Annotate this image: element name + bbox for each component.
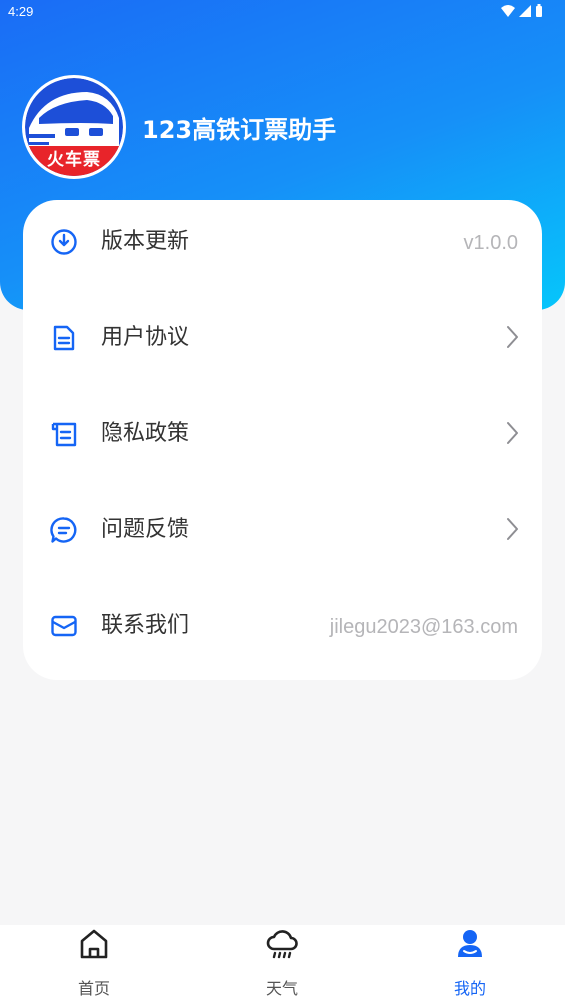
tab-label: 天气 — [265, 979, 298, 998]
menu-item-version-update[interactable]: 版本更新 v1.0.0 — [23, 200, 542, 296]
menu-item-user-agreement[interactable]: 用户协议 — [23, 296, 542, 392]
menu-item-label: 问题反馈 — [101, 517, 190, 542]
bottom-tab-bar: 首页 天气 我的 — [0, 925, 565, 1004]
scroll-icon — [51, 422, 77, 447]
mail-icon — [51, 615, 77, 637]
download-circle-icon — [51, 229, 77, 255]
chevron-right-icon — [507, 422, 518, 444]
status-bar: 4:29 — [0, 0, 565, 24]
train-logo: 火车票 — [25, 78, 123, 176]
battery-icon — [536, 4, 542, 17]
wifi-icon — [501, 4, 515, 17]
app-logo: 火车票 — [22, 75, 126, 179]
menu-item-privacy-policy[interactable]: 隐私政策 — [23, 392, 542, 488]
user-icon — [458, 930, 482, 957]
logo-text: 火车票 — [25, 146, 123, 176]
menu-item-contact-us[interactable]: 联系我们 jilegu2023@163.com — [23, 584, 542, 680]
status-time: 4:29 — [8, 4, 34, 19]
menu-item-feedback[interactable]: 问题反馈 — [23, 488, 542, 584]
menu-item-label: 用户协议 — [101, 325, 190, 350]
signal-icon — [519, 4, 531, 17]
rain-cloud-icon — [266, 930, 298, 959]
contact-email: jilegu2023@163.com — [329, 616, 518, 638]
document-icon — [53, 325, 75, 351]
tab-mine[interactable]: 我的 — [410, 925, 530, 1004]
status-icons — [501, 4, 543, 17]
tab-label: 首页 — [77, 979, 110, 998]
menu-item-label: 联系我们 — [101, 613, 190, 638]
chevron-right-icon — [507, 518, 518, 540]
app-name: 123高铁订票助手 — [142, 116, 337, 144]
chat-bubble-icon — [50, 517, 77, 543]
home-icon — [80, 929, 108, 959]
tab-label: 我的 — [453, 979, 486, 998]
menu-item-label: 隐私政策 — [101, 421, 190, 446]
tab-weather[interactable]: 天气 — [222, 925, 342, 1004]
menu-item-label: 版本更新 — [101, 229, 190, 254]
tab-home[interactable]: 首页 — [34, 925, 154, 1004]
chevron-right-icon — [507, 326, 518, 348]
menu-card: 版本更新 v1.0.0 用户协议 隐私政策 问题反馈 联系我们 jilegu20… — [23, 200, 542, 680]
version-value: v1.0.0 — [463, 232, 518, 254]
